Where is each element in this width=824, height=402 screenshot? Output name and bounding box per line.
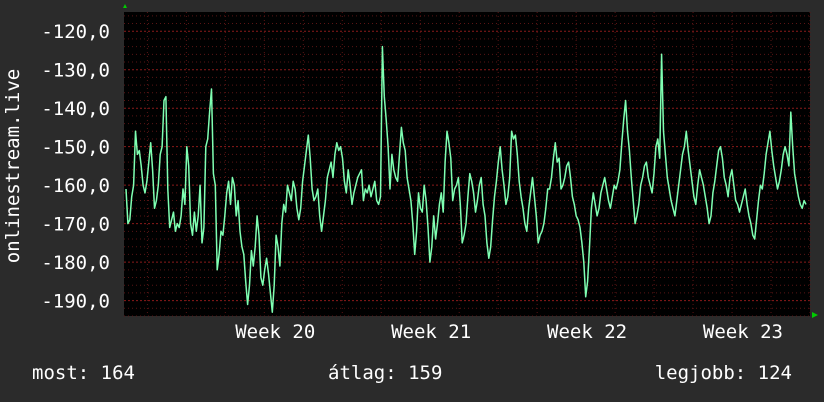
x-tick-label: Week 20 xyxy=(235,321,315,343)
y-tick-label: -190,0 xyxy=(41,291,110,313)
x-axis-arrow-icon xyxy=(812,312,818,318)
y-axis: -120,0 -130,0 -140,0 -150,0 -160,0 -170,0 -180… xyxy=(41,21,110,312)
y-tick-label: -120,0 xyxy=(41,21,110,43)
plot-background xyxy=(124,12,810,316)
y-tick-label: -180,0 xyxy=(41,252,110,274)
x-tick-label: Week 23 xyxy=(703,321,783,343)
y-tick-label: -140,0 xyxy=(41,98,110,120)
x-axis: Week 20 Week 21 Week 22 Week 23 xyxy=(235,321,783,343)
x-tick-label: Week 22 xyxy=(547,321,627,343)
line-chart: -120,0 -130,0 -140,0 -150,0 -160,0 -170,0 -180… xyxy=(2,4,818,343)
average-value: átlag: 159 xyxy=(328,362,443,384)
y-axis-arrow-icon xyxy=(123,4,127,8)
current-value: most: 164 xyxy=(32,362,135,384)
y-axis-label: onlinestream.live xyxy=(2,69,24,263)
best-value: legjobb: 124 xyxy=(654,362,792,384)
chart-panel: -120,0 -130,0 -140,0 -150,0 -160,0 -170,0 -180… xyxy=(0,0,824,402)
y-tick-label: -130,0 xyxy=(41,60,110,82)
y-tick-label: -150,0 xyxy=(41,137,110,159)
y-tick-label: -160,0 xyxy=(41,175,110,197)
y-tick-label: -170,0 xyxy=(41,214,110,236)
x-tick-label: Week 21 xyxy=(391,321,471,343)
